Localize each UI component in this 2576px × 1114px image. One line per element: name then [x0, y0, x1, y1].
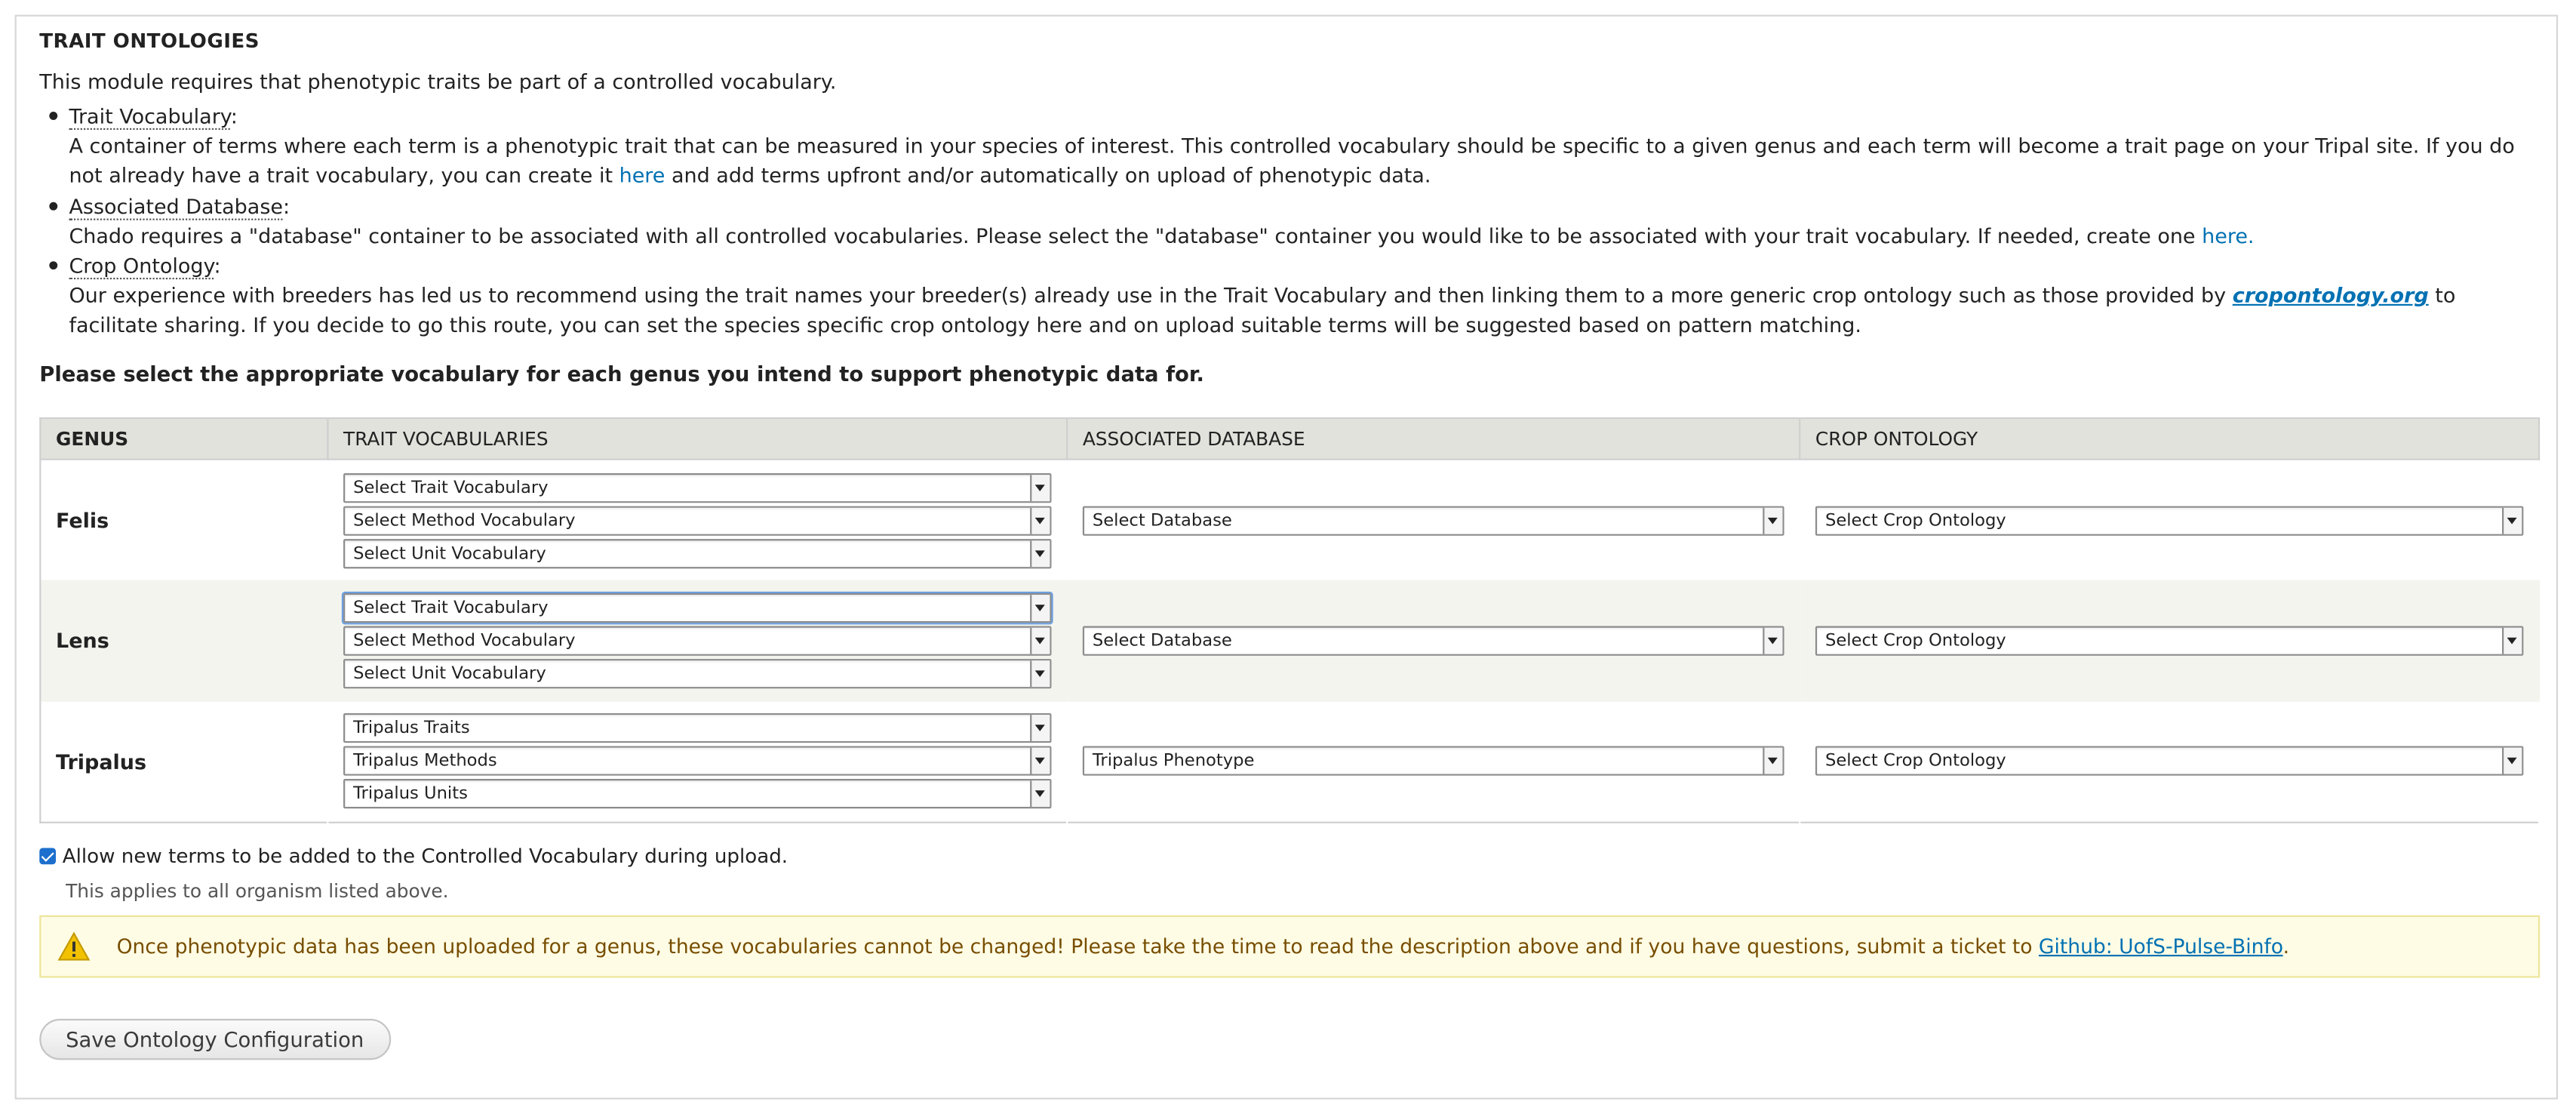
definition-text: and add terms upfront and/or automatical… — [665, 163, 1431, 189]
warning-message: Once phenotypic data has been uploaded f… — [39, 915, 2541, 978]
unit-vocabulary-select[interactable]: Tripalus Units — [343, 779, 1052, 809]
selected-value: Select Method Vocabulary — [353, 630, 576, 651]
method-vocabulary-select[interactable]: Select Method Vocabulary — [343, 626, 1052, 656]
term-crop-ontology: Crop Ontology — [69, 253, 214, 280]
term-trait-vocabulary: Trait Vocabulary — [69, 103, 231, 131]
chevron-down-icon — [1030, 747, 1050, 774]
bullet-icon — [49, 112, 58, 120]
crop-ontology-cell: Select Crop Ontology — [1800, 580, 2540, 701]
method-vocabulary-select[interactable]: Select Method Vocabulary — [343, 505, 1052, 535]
warning-text-block: Once phenotypic data has been uploaded f… — [117, 935, 2289, 958]
unit-vocabulary-select[interactable]: Select Unit Vocabulary — [343, 658, 1052, 688]
definition-text: Chado requires a "database" container to… — [69, 223, 2203, 248]
crop-ontology-select[interactable]: Select Crop Ontology — [1815, 505, 2524, 535]
chevron-down-icon — [2502, 747, 2522, 774]
trait-vocabularies-cell: Select Trait Vocabulary Select Method Vo… — [327, 580, 1068, 701]
definition-trait-vocabulary: Trait Vocabulary: A container of terms w… — [39, 102, 2530, 192]
trait-vocabulary-select[interactable]: Select Trait Vocabulary — [343, 472, 1052, 503]
selected-value: Tripalus Traits — [353, 718, 470, 738]
create-trait-vocabulary-link[interactable]: here — [619, 163, 666, 188]
column-header-associated-database: ASSOCIATED DATABASE — [1067, 418, 1801, 460]
database-select[interactable]: Select Database — [1082, 626, 1784, 656]
instructions-heading: Please select the appropriate vocabulary… — [39, 362, 1204, 386]
chevron-down-icon — [1763, 627, 1783, 654]
selected-value: Tripalus Phenotype — [1092, 751, 1255, 771]
definition-crop-ontology: Crop Ontology: Our experience with breed… — [39, 251, 2530, 341]
allow-new-terms-checkbox[interactable] — [39, 848, 57, 865]
crop-ontology-cell: Select Crop Ontology — [1800, 460, 2539, 580]
genus-name: Tripalus — [56, 748, 147, 774]
selected-value: Select Crop Ontology — [1824, 751, 2006, 771]
chevron-down-icon — [1030, 627, 1050, 654]
definition-text: Our experience with breeders has led us … — [69, 282, 2233, 308]
crop-ontology-select[interactable]: Select Crop Ontology — [1815, 626, 2524, 656]
warning-end: . — [2282, 934, 2289, 959]
associated-database-cell: Select Database — [1067, 580, 1800, 701]
vocabulary-table: GENUS TRAIT VOCABULARIES ASSOCIATED DATA… — [39, 417, 2541, 823]
chevron-down-icon — [1763, 506, 1783, 534]
database-select[interactable]: Tripalus Phenotype — [1082, 746, 1784, 776]
chevron-down-icon — [1030, 474, 1050, 500]
selected-value: Select Unit Vocabulary — [353, 663, 546, 684]
database-select[interactable]: Select Database — [1082, 505, 1784, 535]
allow-new-terms-option: Allow new terms to be added to the Contr… — [39, 845, 788, 868]
save-ontology-configuration-button[interactable]: Save Ontology Configuration — [39, 1018, 391, 1060]
trait-vocabulary-select[interactable]: Select Trait Vocabulary — [341, 591, 1053, 624]
github-ticket-link[interactable]: Github: UofS-Pulse-Binfo — [2039, 935, 2283, 958]
definition-associated-database: Associated Database: Chado requires a "d… — [39, 192, 2530, 251]
chevron-down-icon — [1030, 594, 1050, 621]
chevron-down-icon — [1030, 540, 1050, 567]
cropontology-link[interactable]: cropontology.org — [2233, 283, 2429, 308]
chevron-down-icon — [1030, 506, 1050, 534]
bullet-icon — [49, 201, 58, 210]
chevron-down-icon — [1763, 747, 1783, 774]
selected-value: Select Database — [1092, 510, 1232, 531]
table-row-lens: Lens Select Trait Vocabulary Select Meth… — [40, 580, 2540, 701]
method-vocabulary-select[interactable]: Tripalus Methods — [343, 746, 1052, 776]
warning-triangle-icon — [57, 931, 91, 961]
column-header-crop-ontology: CROP ONTOLOGY — [1800, 418, 2541, 460]
crop-ontology-cell: Select Crop Ontology — [1800, 701, 2539, 822]
selected-value: Select Method Vocabulary — [353, 510, 576, 531]
trait-ontologies-fieldset: TRAIT ONTOLOGIES This module requires th… — [14, 14, 2559, 1100]
associated-database-cell: Select Database — [1067, 460, 1800, 580]
unit-vocabulary-select[interactable]: Select Unit Vocabulary — [343, 538, 1052, 568]
selected-value: Select Trait Vocabulary — [353, 477, 549, 497]
chevron-down-icon — [1030, 660, 1050, 687]
selected-value: Select Crop Ontology — [1824, 510, 2006, 531]
allow-new-terms-label[interactable]: Allow new terms to be added to the Contr… — [63, 845, 788, 867]
selected-value: Select Database — [1092, 630, 1232, 651]
column-header-trait-vocabularies: TRAIT VOCABULARIES — [327, 418, 1068, 460]
selected-value: Select Crop Ontology — [1824, 630, 2006, 651]
intro-text: This module requires that phenotypic tra… — [39, 69, 837, 94]
create-database-link[interactable]: here. — [2202, 223, 2254, 248]
table-row-tripalus: Tripalus Tripalus Traits Tripalus Method… — [40, 701, 2539, 822]
selected-value: Tripalus Units — [353, 783, 468, 804]
trait-vocabularies-cell: Select Trait Vocabulary Select Method Vo… — [327, 460, 1067, 580]
allow-new-terms-description: This applies to all organism listed abov… — [66, 879, 449, 903]
definitions-list: Trait Vocabulary: A container of terms w… — [39, 102, 2530, 341]
genus-name: Felis — [56, 507, 109, 533]
chevron-down-icon — [2502, 627, 2522, 654]
term-associated-database: Associated Database — [69, 193, 283, 220]
chevron-down-icon — [1030, 715, 1050, 741]
warning-text: Once phenotypic data has been uploaded f… — [116, 934, 2039, 959]
bullet-icon — [49, 261, 58, 270]
fieldset-title: TRAIT ONTOLOGIES — [39, 29, 260, 53]
table-row-felis: Felis Select Trait Vocabulary Select Met… — [40, 460, 2539, 580]
genus-name: Lens — [40, 580, 328, 701]
trait-vocabularies-cell: Tripalus Traits Tripalus Methods Tripalu… — [327, 701, 1067, 822]
chevron-down-icon — [2502, 506, 2522, 534]
trait-vocabulary-select[interactable]: Tripalus Traits — [343, 712, 1052, 743]
associated-database-cell: Tripalus Phenotype — [1067, 701, 1800, 822]
selected-value: Select Unit Vocabulary — [353, 543, 546, 563]
column-header-genus: GENUS — [40, 418, 329, 460]
chevron-down-icon — [1030, 780, 1050, 808]
crop-ontology-select[interactable]: Select Crop Ontology — [1815, 746, 2524, 776]
selected-value: Tripalus Methods — [353, 751, 497, 771]
table-header-row: GENUS TRAIT VOCABULARIES ASSOCIATED DATA… — [40, 418, 2541, 460]
selected-value: Select Trait Vocabulary — [353, 597, 549, 618]
